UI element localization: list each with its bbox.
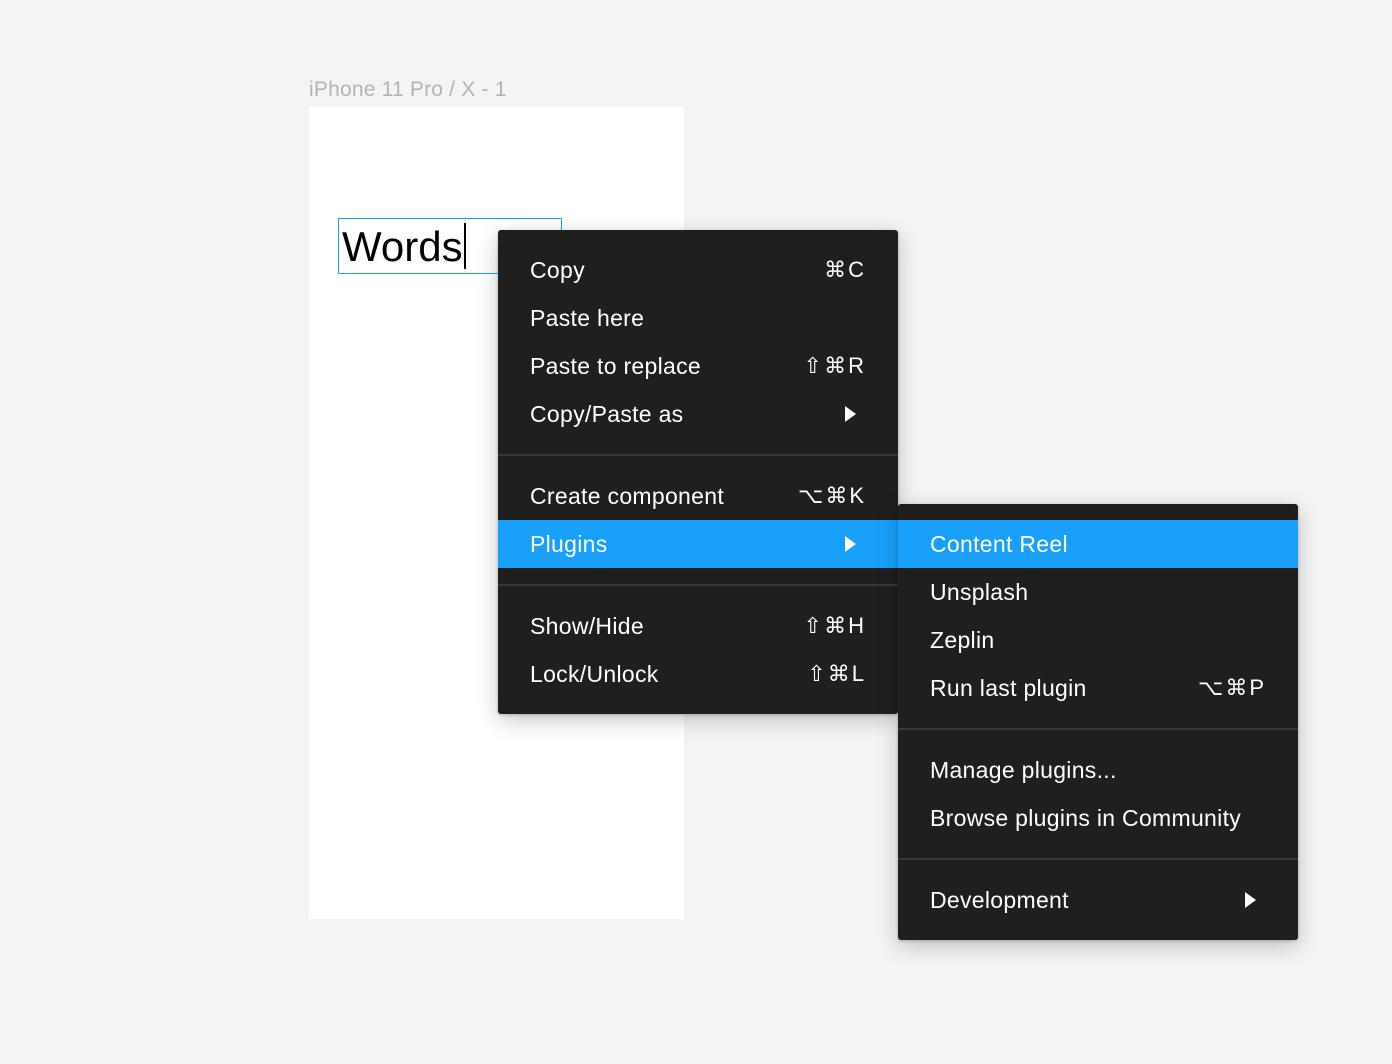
menu-item-create-component[interactable]: Create component ⌥⌘K <box>498 472 898 520</box>
menu-item-label: Copy <box>530 256 585 283</box>
submenu-arrow-icon <box>1245 892 1256 908</box>
menu-item-shortcut: ⌥⌘P <box>1197 675 1266 700</box>
submenu-arrow-icon <box>845 536 856 552</box>
menu-item-lock-unlock[interactable]: Lock/Unlock ⇧⌘L <box>498 650 898 698</box>
submenu-item-unsplash[interactable]: Unsplash <box>898 568 1298 616</box>
menu-item-shortcut: ⇧⌘H <box>803 613 866 638</box>
menu-item-label: Create component <box>530 482 725 509</box>
menu-item-label: Zeplin <box>930 626 995 653</box>
submenu-item-content-reel[interactable]: Content Reel <box>898 520 1298 568</box>
menu-separator <box>898 728 1298 730</box>
menu-item-label: Unsplash <box>930 578 1029 605</box>
context-menu: Copy ⌘C Paste here Paste to replace ⇧⌘R … <box>498 230 898 714</box>
submenu-item-run-last-plugin[interactable]: Run last plugin ⌥⌘P <box>898 664 1298 712</box>
menu-item-copy-paste-as[interactable]: Copy/Paste as <box>498 390 898 438</box>
menu-item-shortcut: ⇧⌘R <box>803 353 866 378</box>
menu-item-label: Copy/Paste as <box>530 400 684 427</box>
text-layer-text: Words <box>342 223 463 270</box>
menu-item-paste-to-replace[interactable]: Paste to replace ⇧⌘R <box>498 342 898 390</box>
menu-item-label: Paste here <box>530 304 645 331</box>
text-caret <box>463 223 466 269</box>
menu-item-label: Development <box>930 886 1069 913</box>
menu-item-label: Browse plugins in Community <box>930 804 1242 831</box>
menu-item-label: Lock/Unlock <box>530 660 659 687</box>
menu-item-shortcut: ⌘C <box>824 257 866 282</box>
submenu-arrow-icon <box>845 406 856 422</box>
plugins-submenu: Content Reel Unsplash Zeplin Run last pl… <box>898 504 1298 940</box>
menu-item-label: Manage plugins... <box>930 756 1117 783</box>
menu-item-label: Run last plugin <box>930 674 1087 701</box>
menu-item-plugins[interactable]: Plugins <box>498 520 898 568</box>
submenu-item-manage-plugins[interactable]: Manage plugins... <box>898 746 1298 794</box>
menu-separator <box>898 858 1298 860</box>
menu-item-show-hide[interactable]: Show/Hide ⇧⌘H <box>498 602 898 650</box>
menu-item-label: Plugins <box>530 530 608 557</box>
menu-item-label: Content Reel <box>930 530 1068 557</box>
frame-label[interactable]: iPhone 11 Pro / X - 1 <box>309 78 507 102</box>
menu-separator <box>498 584 898 586</box>
menu-item-label: Show/Hide <box>530 612 644 639</box>
menu-separator <box>498 454 898 456</box>
submenu-item-browse-plugins[interactable]: Browse plugins in Community <box>898 794 1298 842</box>
menu-item-shortcut: ⌥⌘K <box>797 483 866 508</box>
menu-item-copy[interactable]: Copy ⌘C <box>498 246 898 294</box>
menu-item-shortcut: ⇧⌘L <box>807 661 866 686</box>
menu-item-paste-here[interactable]: Paste here <box>498 294 898 342</box>
submenu-item-zeplin[interactable]: Zeplin <box>898 616 1298 664</box>
text-layer-content[interactable]: Words <box>342 222 466 272</box>
submenu-item-development[interactable]: Development <box>898 876 1298 924</box>
menu-item-label: Paste to replace <box>530 352 702 379</box>
